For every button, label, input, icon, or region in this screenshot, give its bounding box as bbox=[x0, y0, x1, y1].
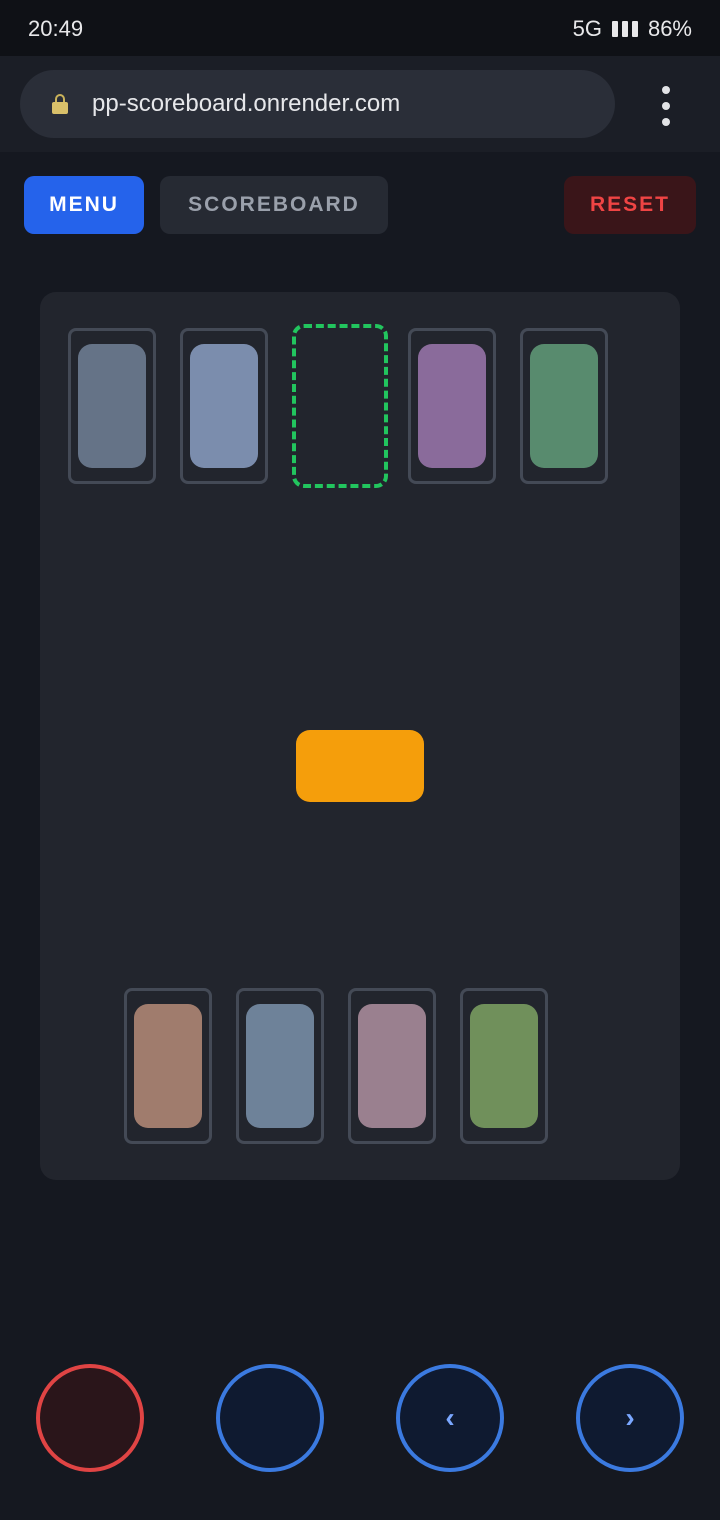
battery-label: 86% bbox=[647, 16, 692, 41]
game-board bbox=[40, 292, 680, 1180]
menu-button[interactable]: MENU bbox=[24, 176, 144, 234]
blue-action-button[interactable] bbox=[216, 1364, 324, 1472]
reset-button[interactable]: RESET bbox=[564, 176, 696, 234]
piece[interactable] bbox=[418, 344, 486, 468]
piece[interactable] bbox=[134, 1004, 202, 1128]
bottom-slot[interactable] bbox=[124, 988, 212, 1144]
center-piece[interactable] bbox=[296, 730, 424, 802]
url-text: pp-scoreboard.onrender.com bbox=[92, 90, 401, 117]
status-bar: 20:49 5G 86% bbox=[0, 0, 720, 56]
top-slot[interactable] bbox=[68, 328, 156, 484]
status-time: 20:49 bbox=[28, 16, 84, 41]
piece[interactable] bbox=[190, 344, 258, 468]
top-slot[interactable] bbox=[180, 328, 268, 484]
piece[interactable] bbox=[470, 1004, 538, 1128]
network-label: 5G bbox=[572, 16, 602, 41]
bottom-slot[interactable] bbox=[236, 988, 324, 1144]
bottom-slot[interactable] bbox=[460, 988, 548, 1144]
next-button[interactable]: › bbox=[576, 1364, 684, 1472]
piece[interactable] bbox=[530, 344, 598, 468]
target-slot[interactable] bbox=[292, 324, 388, 488]
bottom-slot[interactable] bbox=[348, 988, 436, 1144]
lock-icon bbox=[52, 94, 68, 114]
address-bar[interactable]: pp-scoreboard.onrender.com bbox=[20, 70, 615, 138]
top-slot[interactable] bbox=[408, 328, 496, 484]
status-right: 5G 86% bbox=[573, 16, 692, 42]
piece[interactable] bbox=[246, 1004, 314, 1128]
piece[interactable] bbox=[78, 344, 146, 468]
red-action-button[interactable] bbox=[36, 1364, 144, 1472]
signal-icon bbox=[611, 21, 638, 37]
piece[interactable] bbox=[358, 1004, 426, 1128]
prev-button[interactable]: ‹ bbox=[396, 1364, 504, 1472]
scoreboard-button[interactable]: SCOREBOARD bbox=[160, 176, 388, 234]
top-slot[interactable] bbox=[520, 328, 608, 484]
browser-toolbar: pp-scoreboard.onrender.com bbox=[0, 56, 720, 152]
more-options-icon[interactable] bbox=[654, 86, 678, 126]
